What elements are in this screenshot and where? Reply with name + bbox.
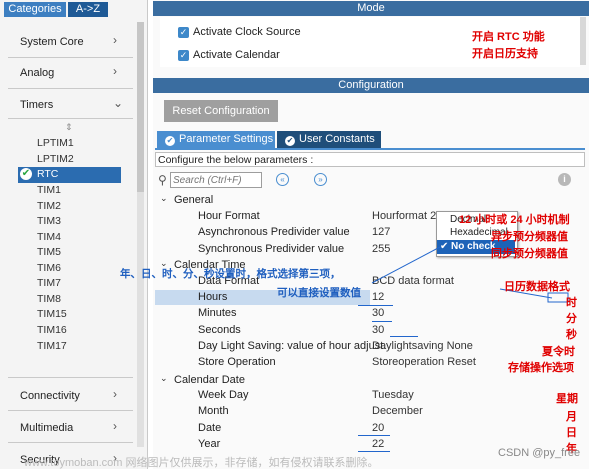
note-store-option: 存储操作选项 <box>508 362 574 374</box>
note-summer-time: 夏令时 <box>542 346 575 358</box>
note-rtc-function: 开启 RTC 功能 <box>472 31 545 43</box>
note-async-divider: 异步预分频器值 <box>491 231 568 243</box>
note-day: 日 <box>566 427 577 439</box>
note-calendar-format: 日历数据格式 <box>504 281 570 293</box>
note-month: 月 <box>566 411 577 423</box>
note-week: 星期 <box>556 393 578 405</box>
note-calendar-support: 开启日历支持 <box>472 48 538 60</box>
note-second: 秒 <box>566 329 577 341</box>
note-ymd-format: 年、日、时、分、秒设置时，格式选择第三项， <box>120 268 341 280</box>
note-minute: 分 <box>566 313 577 325</box>
watermark-left: www.toymoban.com 网络图片仅供展示，非存储，如有侵权请联系删除。 <box>24 457 379 469</box>
note-direct-set: 可以直接设置数值 <box>277 287 361 299</box>
note-hour: 时 <box>566 297 577 309</box>
note-hour-mode: 12 小时或 24 小时机制 <box>459 214 570 226</box>
watermark-right: CSDN @py_free <box>498 447 581 459</box>
note-sync-divider: 同步预分频器值 <box>491 248 568 260</box>
